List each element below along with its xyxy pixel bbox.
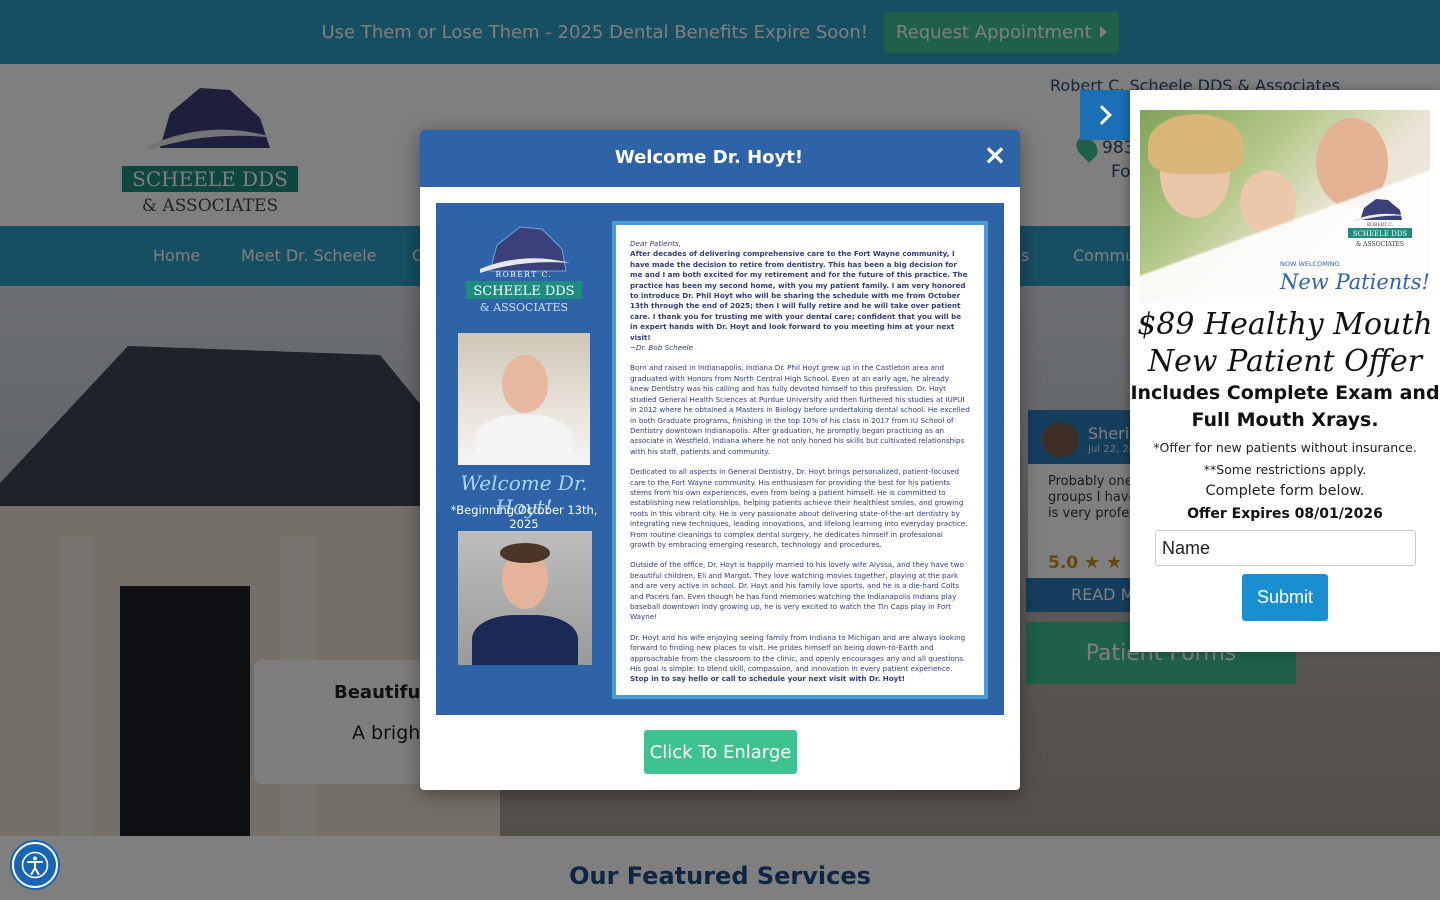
- offer-includes-line-2: Full Mouth Xrays.: [1191, 409, 1379, 431]
- new-patient-offer-panel: ROBERT C. SCHEELE DDS & ASSOCIATES NOW W…: [1130, 90, 1440, 652]
- letter-closing: Dr. Hoyt and his wife enjoying seeing fa…: [630, 632, 966, 674]
- offer-panel-toggle[interactable]: [1080, 90, 1130, 140]
- offer-includes: Includes Complete Exam and Full Mouth Xr…: [1130, 380, 1440, 434]
- letter-salutation: Dear Patients,: [630, 239, 681, 248]
- now-welcoming-text: NOW WELCOMING: [1280, 260, 1340, 268]
- offer-logo-line-1: ROBERT C.: [1367, 222, 1394, 228]
- offer-title: $89 Healthy Mouth New Patient Offer: [1130, 306, 1440, 380]
- photo-hair: [500, 543, 550, 563]
- offer-instructions: Complete form below.: [1205, 483, 1365, 499]
- new-patients-text: New Patients!: [1280, 270, 1430, 294]
- name-input[interactable]: [1155, 530, 1416, 566]
- letter-signature: ~Dr. Bob Scheele: [630, 343, 693, 353]
- flyer-logo-line-3: & ASSOCIATES: [480, 301, 568, 314]
- close-icon[interactable]: ×: [980, 138, 1010, 174]
- letter-paragraph: Dr. Hoyt and his wife enjoying seeing fa…: [630, 633, 970, 685]
- offer-includes-line-1: Includes Complete Exam and: [1130, 382, 1440, 404]
- offer-logo-line-2: SCHEELE DDS: [1353, 230, 1408, 238]
- family-photo: ROBERT C. SCHEELE DDS & ASSOCIATES NOW W…: [1140, 110, 1430, 303]
- modal-header: Welcome Dr. Hoyt! ×: [420, 130, 1020, 187]
- accessibility-icon: [21, 851, 49, 879]
- letter-paragraph: Dedicated to all aspects in General Dent…: [630, 467, 968, 549]
- flyer-logo-line-1: ROBERT C.: [495, 270, 552, 279]
- letter-intro: After decades of delivering comprehensiv…: [630, 249, 968, 342]
- letter-paragraph: Born and raised in Indianapolis, Indiana…: [630, 363, 970, 456]
- photo-torso: [472, 615, 578, 665]
- letter-paragraph: Outside of the office, Dr. Hoyt is happi…: [630, 560, 964, 622]
- photo-torso: [476, 415, 572, 465]
- offer-logo: ROBERT C. SCHEELE DDS & ASSOCIATES: [1348, 199, 1412, 248]
- chevron-right-icon: [1092, 105, 1112, 125]
- photo-face: [502, 355, 548, 413]
- dr-hoyt-photo: [458, 531, 592, 665]
- welcome-flyer-image[interactable]: ROBERT C. SCHEELE DDS & ASSOCIATES Welco…: [436, 203, 1004, 715]
- offer-title-line-2: New Patient Offer: [1147, 344, 1423, 379]
- offer-note-insurance: *Offer for new patients without insuranc…: [1153, 440, 1417, 455]
- click-to-enlarge-button[interactable]: Click To Enlarge: [644, 730, 797, 774]
- offer-title-line-1: $89 Healthy Mouth: [1137, 307, 1433, 342]
- flyer-logo: ROBERT C. SCHEELE DDS & ASSOCIATES: [466, 226, 582, 314]
- flyer-start-date: *Beginning October 13th, 2025: [450, 503, 598, 531]
- offer-logo-line-3: & ASSOCIATES: [1356, 241, 1404, 248]
- dr-scheele-photo: [458, 333, 590, 465]
- welcome-letter: Dear Patients, After decades of deliveri…: [612, 221, 988, 699]
- letter-call-to-action: Stop in to say hello or call to schedule…: [630, 674, 906, 684]
- accessibility-button[interactable]: [12, 842, 58, 888]
- offer-expiration: Offer Expires 08/01/2026: [1187, 506, 1383, 522]
- submit-button[interactable]: Submit: [1242, 574, 1328, 621]
- offer-note-restrictions: **Some restrictions apply.: [1203, 462, 1367, 477]
- welcome-modal: Welcome Dr. Hoyt! × ROBERT C. SCHEELE DD…: [420, 130, 1020, 790]
- modal-title: Welcome Dr. Hoyt!: [614, 147, 804, 168]
- flyer-logo-line-2: SCHEELE DDS: [473, 284, 574, 299]
